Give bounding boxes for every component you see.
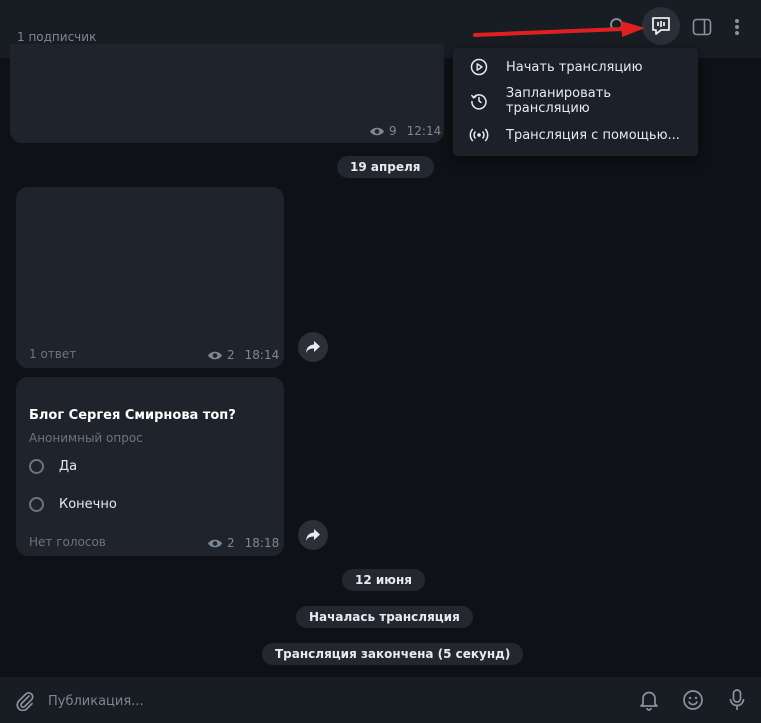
subscriber-count: 1 подписчик <box>17 30 97 44</box>
share-button[interactable] <box>298 332 328 362</box>
poll-type: Анонимный опрос <box>29 431 143 445</box>
date-separator: 12 июня <box>342 569 425 591</box>
menu-item-label: Начать трансляцию <box>506 59 643 75</box>
message-time: 12:14 <box>406 124 442 138</box>
radio-button[interactable] <box>29 459 44 474</box>
views-icon <box>208 539 222 547</box>
menu-item-start-stream[interactable]: Начать трансляцию <box>453 50 698 84</box>
sidebar-toggle-icon[interactable] <box>689 14 715 40</box>
message-bubble[interactable]: 9 12:14 <box>10 44 444 143</box>
message-time: 18:18 <box>244 536 280 550</box>
broadcast-icon <box>469 125 489 145</box>
menu-item-label: Запланировать трансляцию <box>505 86 611 116</box>
views-count: 9 <box>389 124 397 138</box>
menu-item-label: Трансляция с помощью... <box>506 127 680 143</box>
message-meta: 9 12:14 <box>369 124 441 138</box>
poll-option[interactable]: Да <box>29 459 77 474</box>
views-count: 2 <box>227 348 235 362</box>
schedule-icon <box>469 91 489 111</box>
share-icon <box>306 341 320 353</box>
menu-item-schedule-stream[interactable]: Запланировать трансляцию <box>453 84 698 118</box>
emoji-icon[interactable] <box>681 688 705 712</box>
more-icon[interactable] <box>726 14 748 40</box>
message-input[interactable] <box>46 687 610 715</box>
views-icon <box>208 351 222 359</box>
attach-icon[interactable] <box>12 688 36 712</box>
message-composer <box>0 677 761 723</box>
message-meta: 2 18:14 <box>207 348 279 362</box>
message-bubble[interactable]: 1 ответ 2 18:14 <box>16 187 284 368</box>
poll-option-label: Конечно <box>59 497 117 512</box>
replies-count[interactable]: 1 ответ <box>29 347 76 361</box>
views-count: 2 <box>227 536 235 550</box>
play-icon <box>469 57 489 77</box>
microphone-icon[interactable] <box>725 688 749 712</box>
radio-button[interactable] <box>29 497 44 512</box>
share-icon <box>306 529 320 541</box>
share-button[interactable] <box>298 520 328 550</box>
bell-icon[interactable] <box>637 688 661 712</box>
service-message: Началась трансляция <box>296 606 473 628</box>
date-separator: 19 апреля <box>337 156 434 178</box>
live-stream-icon <box>652 17 670 35</box>
message-meta: 2 18:18 <box>207 536 279 550</box>
poll-message: Блог Сергея Смирнова топ? Анонимный опро… <box>16 377 284 556</box>
live-stream-menu: Начать трансляцию Запланировать трансляц… <box>453 48 698 156</box>
poll-votes: Нет голосов <box>29 535 106 549</box>
message-time: 18:14 <box>244 348 280 362</box>
menu-item-stream-with[interactable]: Трансляция с помощью... <box>453 118 698 152</box>
service-message: Трансляция закончена (5 секунд) <box>262 643 524 665</box>
poll-option-label: Да <box>59 459 78 474</box>
views-icon <box>370 127 384 135</box>
poll-question: Блог Сергея Смирнова топ? <box>29 408 236 423</box>
poll-option[interactable]: Конечно <box>29 497 117 512</box>
annotation-arrow <box>473 21 645 37</box>
